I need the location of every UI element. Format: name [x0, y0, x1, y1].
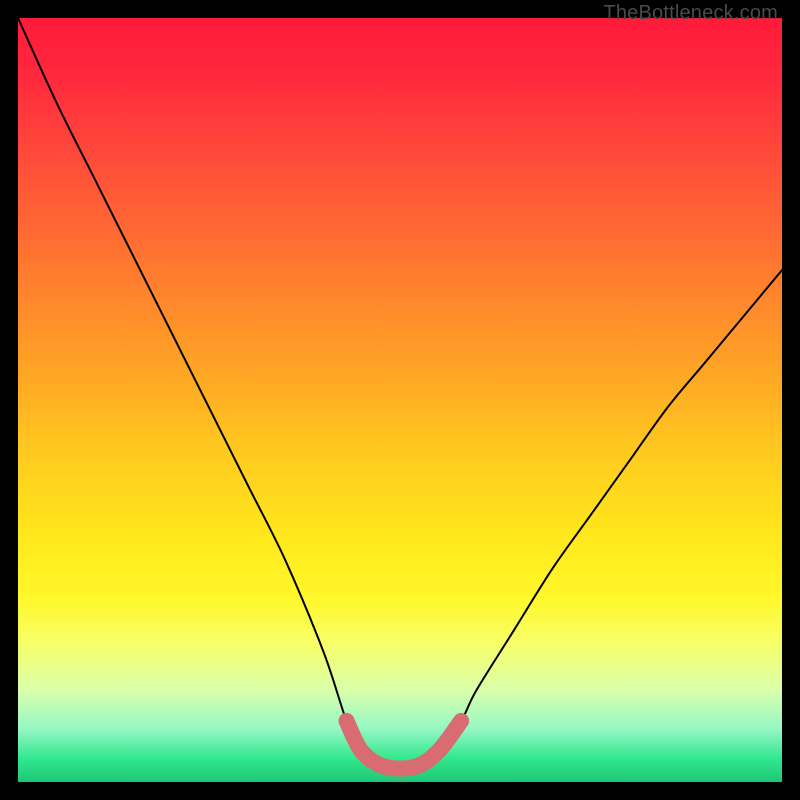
chart-frame: TheBottleneck.com [0, 0, 800, 800]
bottleneck-curve [18, 18, 782, 769]
flat-bottom-highlight [347, 721, 462, 769]
chart-svg [18, 18, 782, 782]
chart-plot-area [18, 18, 782, 782]
watermark-text: TheBottleneck.com [603, 2, 778, 25]
